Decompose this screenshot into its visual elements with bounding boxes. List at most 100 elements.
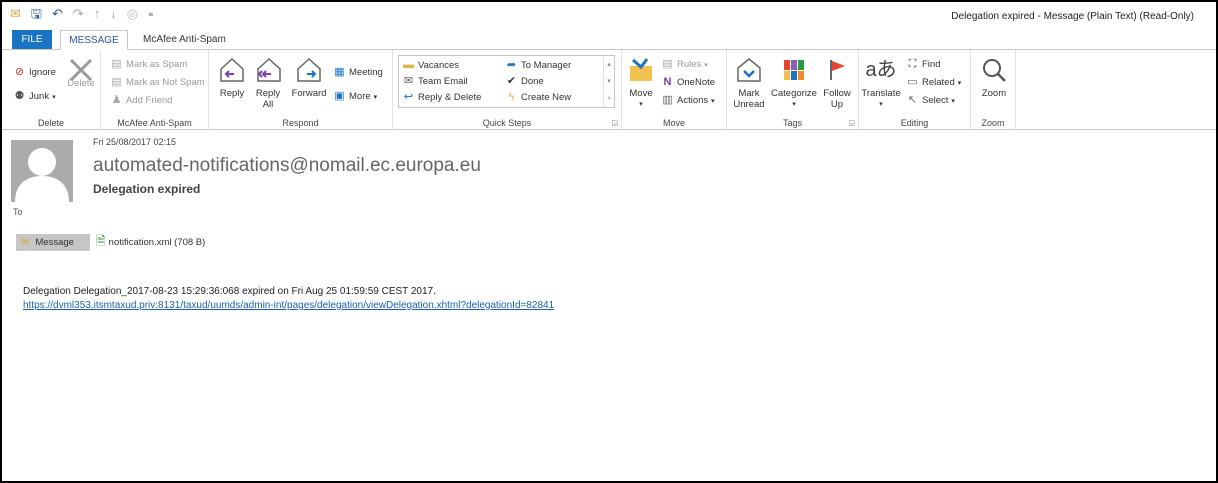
- group-zoom: Zoom Zoom: [971, 50, 1016, 130]
- mark-unread-button[interactable]: Mark Unread: [732, 54, 766, 110]
- follow-up-label-1: Follow: [823, 88, 851, 99]
- quick-step-vacances[interactable]: ▬ Vacances: [402, 57, 459, 74]
- dialog-launcher-icon[interactable]: ◲: [848, 119, 855, 127]
- attachment-item[interactable]: 🗎 notification.xml (708 B): [96, 232, 205, 253]
- meeting-icon: ▦: [334, 66, 345, 78]
- delete-label: Delete: [67, 78, 95, 89]
- tab-file[interactable]: FILE: [12, 30, 52, 50]
- quick-step-team-email[interactable]: ✉ Team Email: [402, 73, 468, 90]
- ignore-button[interactable]: ⊘ Ignore: [13, 64, 56, 81]
- customize-qat-icon[interactable]: ⩧: [148, 7, 153, 21]
- translate-button[interactable]: aあ Translate ▾: [861, 54, 901, 110]
- more-label: More: [349, 91, 371, 102]
- reply-button[interactable]: Reply: [217, 54, 247, 99]
- mark-unread-label-1: Mark: [738, 88, 760, 99]
- undo-icon[interactable]: ↶: [52, 7, 63, 21]
- save-icon[interactable]: 🖫: [31, 7, 42, 21]
- follow-up-button[interactable]: Follow Up: [820, 54, 854, 110]
- lightning-icon: ϟ: [508, 91, 515, 103]
- flag-icon: [821, 54, 853, 86]
- quick-access-toolbar: ✉ 🖫 ↶ ↷ ↑ ↓ ◎ ⩧: [10, 7, 153, 21]
- move-folder-icon: [625, 54, 657, 86]
- circle-icon[interactable]: ◎: [127, 7, 138, 21]
- related-label: Related: [922, 77, 955, 88]
- redo-icon[interactable]: ↷: [73, 7, 84, 21]
- rules-label: Rules: [677, 59, 702, 70]
- reply-all-label-1: Reply: [255, 88, 281, 99]
- checkmark-icon: ✔: [506, 75, 517, 87]
- quick-step-to-manager[interactable]: ➦ To Manager: [505, 57, 571, 74]
- team-email-icon: ✉: [403, 75, 414, 87]
- mark-as-spam-button[interactable]: ▤ Mark as Spam: [110, 56, 187, 73]
- group-label-mcafee: McAfee Anti-Spam: [117, 118, 192, 128]
- forward-icon: [293, 54, 325, 86]
- select-label: Select: [922, 95, 949, 106]
- chevron-down-icon: ▾: [373, 93, 378, 101]
- find-button[interactable]: ⛶ Find: [906, 56, 941, 73]
- dialog-launcher-icon[interactable]: ◲: [611, 119, 618, 127]
- translate-icon: aあ: [865, 58, 897, 81]
- delegation-link[interactable]: https://dvml353.itsmtaxud.priv:8131/taxu…: [23, 300, 554, 311]
- tab-message[interactable]: MESSAGE: [60, 30, 128, 50]
- group-quick-steps: ▬ Vacances ✉ Team Email ↩ Reply & Delete…: [393, 50, 622, 130]
- zoom-button[interactable]: Zoom: [976, 54, 1012, 99]
- to-manager-label: To Manager: [521, 60, 572, 71]
- envelope-icon[interactable]: ✉: [10, 7, 21, 21]
- categorize-button[interactable]: Categorize ▾: [769, 54, 819, 110]
- add-friend-button[interactable]: ♟ Add Friend: [110, 92, 173, 109]
- scroll-down-icon[interactable]: ▾: [604, 73, 614, 90]
- rules-button[interactable]: ▤ Rules ▾: [661, 56, 708, 73]
- mark-as-not-spam-button[interactable]: ▤ Mark as Not Spam: [110, 74, 204, 91]
- quick-step-create-new[interactable]: ϟ Create New: [505, 89, 572, 106]
- attachment-bar: ✉ Message 🗎 notification.xml (708 B): [16, 234, 205, 251]
- more-respond-button[interactable]: ▣ More ▾: [333, 88, 377, 105]
- junk-icon: ⚉: [14, 90, 25, 102]
- find-label: Find: [922, 59, 941, 70]
- quick-step-reply-delete[interactable]: ↩ Reply & Delete: [402, 89, 481, 106]
- forward-button[interactable]: Forward: [289, 54, 329, 99]
- meeting-button[interactable]: ▦ Meeting: [333, 64, 383, 81]
- spam-icon: ▤: [111, 58, 122, 70]
- actions-label: Actions: [677, 95, 709, 106]
- actions-button[interactable]: ▥ Actions ▾: [661, 92, 714, 109]
- reply-all-button[interactable]: Reply All: [251, 54, 285, 110]
- move-button[interactable]: Move ▾: [626, 54, 656, 110]
- group-delete: ⊘ Ignore ⚉ Junk ▾ Delete Delete: [2, 50, 101, 130]
- chevron-down-icon: ▾: [951, 97, 955, 105]
- outlook-message-window: ✉ 🖫 ↶ ↷ ↑ ↓ ◎ ⩧ Delegation expired - Mes…: [0, 0, 1218, 483]
- reply-all-icon: [252, 54, 284, 86]
- group-mcafee-anti-spam: ▤ Mark as Spam ▤ Mark as Not Spam ♟ Add …: [101, 50, 209, 130]
- cursor-icon: ↖: [907, 94, 918, 106]
- reply-label: Reply: [219, 88, 245, 99]
- expand-gallery-icon[interactable]: ⩡: [604, 90, 614, 107]
- junk-button[interactable]: ⚉ Junk ▾: [13, 88, 56, 105]
- binoculars-icon: ⛶: [908, 58, 917, 70]
- message-tab[interactable]: ✉ Message: [16, 234, 90, 251]
- select-button[interactable]: ↖ Select ▾: [906, 92, 955, 109]
- ignore-icon: ⊘: [14, 66, 25, 78]
- sender-address[interactable]: automated-notifications@nomail.ec.europa…: [93, 155, 481, 177]
- up-arrow-icon[interactable]: ↑: [94, 7, 101, 21]
- quick-steps-gallery: ▬ Vacances ✉ Team Email ↩ Reply & Delete…: [398, 55, 615, 108]
- group-move: Move ▾ ▤ Rules ▾ N OneNote ▥ Actions ▾ M…: [622, 50, 727, 130]
- move-label: Move: [629, 88, 653, 99]
- tab-mcafee-anti-spam[interactable]: McAfee Anti-Spam: [134, 30, 235, 50]
- vacances-label: Vacances: [418, 60, 460, 71]
- related-button[interactable]: ▭ Related ▾: [906, 74, 961, 91]
- onenote-button[interactable]: N OneNote: [661, 74, 716, 91]
- quick-steps-scroll[interactable]: ▴ ▾ ⩡: [603, 56, 614, 107]
- group-label-editing: Editing: [900, 118, 929, 128]
- group-editing: aあ Translate ▾ ⛶ Find ▭ Related ▾ ↖ Sele…: [859, 50, 971, 130]
- zoom-label: Zoom: [981, 88, 1007, 99]
- title-bar: ✉ 🖫 ↶ ↷ ↑ ↓ ◎ ⩧ Delegation expired - Mes…: [2, 2, 1216, 30]
- delete-button[interactable]: Delete: [64, 54, 98, 89]
- group-respond: Reply Reply All Forward ▦ Meeting ▣ More…: [209, 50, 393, 130]
- rules-icon: ▤: [662, 58, 673, 70]
- down-arrow-icon[interactable]: ↓: [110, 7, 117, 21]
- quick-step-done[interactable]: ✔ Done: [505, 73, 544, 90]
- onenote-icon: N: [663, 76, 672, 88]
- add-friend-icon: ♟: [111, 94, 122, 106]
- scroll-up-icon[interactable]: ▴: [604, 56, 614, 73]
- message-date: Fri 25/08/2017 02:15: [93, 137, 177, 147]
- chevron-down-icon: ▾: [879, 101, 883, 108]
